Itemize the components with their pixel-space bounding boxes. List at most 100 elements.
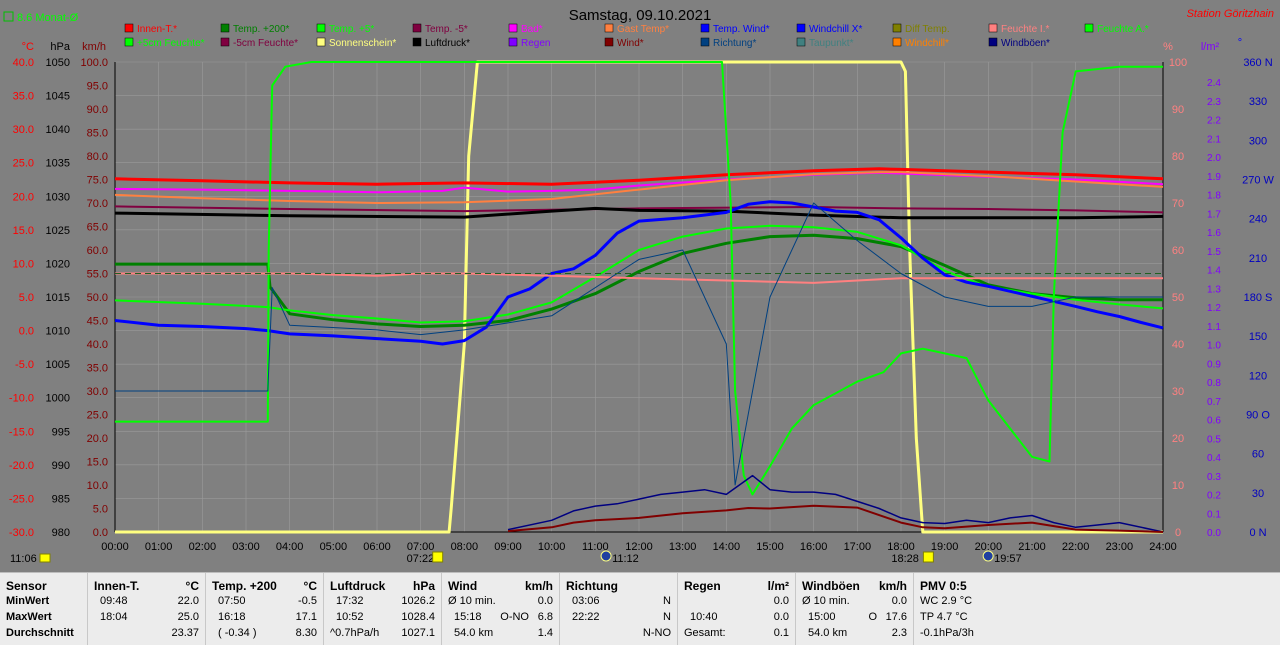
y-tick-wind: 45.0 xyxy=(87,316,108,328)
legend-label: Feuchte I.* xyxy=(1001,24,1049,35)
legend-label: +5cm Feuchte* xyxy=(137,38,205,49)
stats-value: 17.6 xyxy=(885,611,907,623)
y-tick-rain: 2.1 xyxy=(1207,134,1221,145)
stats-col-wind: Wind km/h Ø 10 min. 0.0 15:18 O-NO 6.8 54.0 … xyxy=(442,573,560,645)
stats-time: 22:22 xyxy=(572,611,600,623)
stats-time: 15:18 xyxy=(454,611,482,623)
y-tick-direction: 300 xyxy=(1249,135,1267,147)
legend-swatch xyxy=(220,37,230,47)
y-tick-rain: 1.5 xyxy=(1207,247,1221,258)
y-tick-rain: 0.5 xyxy=(1207,434,1221,445)
stats-time: Ø 10 min. xyxy=(448,595,496,607)
unit-lm2: l/m² xyxy=(1201,41,1220,53)
y-tick-temp: 35.0 xyxy=(13,91,34,103)
y-tick-pressure: 1015 xyxy=(46,292,70,304)
stats-value: 25.0 xyxy=(177,611,199,623)
stats-unit: l/m² xyxy=(767,579,789,593)
x-tick-label: 07:00 xyxy=(407,541,435,553)
legend-label: Windchill X* xyxy=(809,24,862,35)
stats-value: 0.0 xyxy=(537,595,553,607)
y-tick-temp: -10.0 xyxy=(9,393,34,405)
legend-swatch xyxy=(700,23,710,33)
y-tick-rain: 0.1 xyxy=(1207,509,1221,520)
stats-time: 10:40 xyxy=(690,611,718,623)
y-tick-wind: 100.0 xyxy=(80,57,108,69)
stats-value: -0.5 xyxy=(298,595,317,607)
x-tick-label: 04:00 xyxy=(276,541,304,553)
x-tick-label: 17:00 xyxy=(844,541,872,553)
x-tick-label: 14:00 xyxy=(713,541,741,553)
stats-header: Temp. +200 °C xyxy=(212,579,317,593)
stats-value: 23.37 xyxy=(171,627,199,639)
unit-kmh: km/h xyxy=(82,41,106,53)
stats-time: ( -0.34 ) xyxy=(218,627,257,639)
stats-value: 17.1 xyxy=(295,611,317,623)
stats-time: Ø 10 min. xyxy=(802,595,850,607)
y-tick-humidity: 90 xyxy=(1172,104,1184,116)
stats-col-regen: Regen l/m² 0.0 10:40 0.0 Gesamt: 0.1 xyxy=(678,573,796,645)
legend-label: Temp. +200* xyxy=(233,24,290,35)
y-tick-pressure: 1045 xyxy=(46,91,70,103)
y-tick-direction: 210 xyxy=(1249,253,1267,265)
sunset-time: 18:28 xyxy=(891,553,919,565)
y-tick-rain: 1.8 xyxy=(1207,191,1221,202)
y-tick-temp: -5.0 xyxy=(15,359,34,371)
y-tick-rain: 0.9 xyxy=(1207,359,1221,370)
legend-swatch xyxy=(508,23,518,33)
legend-label: Temp. -5* xyxy=(425,24,468,35)
x-tick-label: 05:00 xyxy=(320,541,348,553)
legend-label: Taupunkt* xyxy=(809,38,854,49)
x-tick-label: 08:00 xyxy=(451,541,479,553)
stats-value: 0.0 xyxy=(773,595,789,607)
y-tick-rain: 0.8 xyxy=(1207,378,1221,389)
stats-time: 16:18 xyxy=(218,611,246,623)
month-avg-checkbox[interactable] xyxy=(3,11,14,22)
stats-col-innen: Innen-T. °C 09:48 22.0 18:04 25.0 23.37 xyxy=(88,573,206,645)
legend-label: -5cm Feuchte* xyxy=(233,38,298,49)
sunrise-icon xyxy=(432,551,444,563)
y-tick-temp: 15.0 xyxy=(13,225,34,237)
stats-header: Wind km/h xyxy=(448,579,553,593)
y-tick-pressure: 1030 xyxy=(46,191,70,203)
y-tick-wind: 35.0 xyxy=(87,363,108,375)
legend-label: Windchill* xyxy=(905,38,949,49)
statistics-table: Sensor MinWert MaxWert Durchschnitt Inne… xyxy=(0,572,1280,645)
y-tick-humidity: 10 xyxy=(1172,480,1184,492)
y-tick-humidity: 50 xyxy=(1172,292,1184,304)
stats-header: Regen l/m² xyxy=(684,579,789,593)
x-tick-label: 16:00 xyxy=(800,541,828,553)
y-tick-rain: 1.6 xyxy=(1207,228,1221,239)
y-tick-direction: 90 O xyxy=(1246,410,1270,422)
station-name: Station Göritzhain xyxy=(1187,8,1274,20)
y-tick-rain: 0.3 xyxy=(1207,472,1221,483)
x-tick-label: 22:00 xyxy=(1062,541,1090,553)
y-tick-rain: 1.3 xyxy=(1207,284,1221,295)
x-tick-label: 03:00 xyxy=(232,541,260,553)
stats-unit: hPa xyxy=(412,579,435,593)
y-tick-pressure: 1010 xyxy=(46,326,70,338)
y-tick-temp: 25.0 xyxy=(13,158,34,170)
legend-swatch xyxy=(316,23,326,33)
y-tick-direction: 270 W xyxy=(1242,175,1274,187)
y-tick-wind: 95.0 xyxy=(87,81,108,93)
legend-label: Innen-T.* xyxy=(137,24,177,35)
y-tick-temp: 30.0 xyxy=(13,124,34,136)
stats-col-luftdruck: Luftdruck hPa 17:32 1026.2 10:52 1028.4 ^0.… xyxy=(324,573,442,645)
legend: Innen-T.* Temp. +200* Temp. +5* Temp. -5* Ba… xyxy=(124,23,1149,49)
y-tick-pressure: 980 xyxy=(52,527,70,539)
y-tick-direction: 360 N xyxy=(1243,57,1272,69)
stats-value: TP 4.7 °C xyxy=(920,611,968,623)
legend-swatch xyxy=(604,23,614,33)
moonset-time: 19:57 xyxy=(994,553,1022,565)
y-tick-rain: 1.9 xyxy=(1207,172,1221,183)
stats-time: 10:52 xyxy=(336,611,364,623)
stats-time: 18:04 xyxy=(100,611,128,623)
legend-label: Regen xyxy=(521,38,550,49)
legend-label: Feuchte A.* xyxy=(1097,24,1149,35)
annotations: 07:22 11:12 18:28 19:57 11:06 xyxy=(10,550,1022,565)
stats-header: Richtung xyxy=(566,579,671,593)
x-tick-label: 21:00 xyxy=(1018,541,1046,553)
y-tick-wind: 55.0 xyxy=(87,269,108,281)
now-sun-icon xyxy=(39,553,51,563)
stats-dir: O-NO xyxy=(500,611,529,623)
